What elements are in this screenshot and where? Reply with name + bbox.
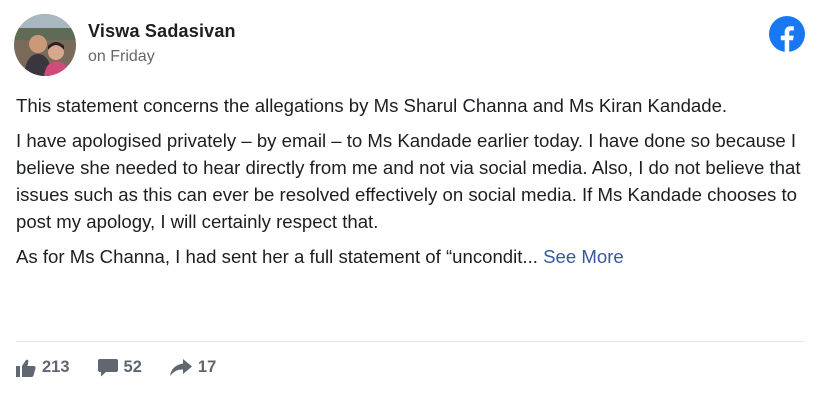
comment-count: 52	[123, 358, 142, 376]
post-body: This statement concerns the allegations …	[16, 92, 806, 278]
post-header: Viswa Sadasivan on Friday	[14, 14, 236, 76]
like-button[interactable]: 213	[16, 358, 70, 377]
facebook-post-embed: Viswa Sadasivan on Friday This statement…	[0, 0, 817, 400]
author-name[interactable]: Viswa Sadasivan	[88, 20, 236, 42]
comment-bubble-icon	[97, 358, 118, 376]
avatar[interactable]	[14, 14, 76, 76]
like-count: 213	[42, 358, 70, 376]
share-button[interactable]: 17	[169, 358, 217, 377]
thumbs-up-icon	[16, 359, 36, 377]
comment-button[interactable]: 52	[97, 358, 142, 377]
post-paragraph-text: As for Ms Channa, I had sent her a full …	[16, 246, 538, 267]
post-paragraph: I have apologised privately – by email –…	[16, 130, 801, 232]
divider	[16, 341, 805, 342]
reaction-bar: 213 52 17	[16, 358, 244, 377]
share-arrow-icon	[169, 358, 192, 376]
post-paragraph: This statement concerns the allegations …	[16, 95, 728, 116]
post-timestamp[interactable]: on Friday	[88, 47, 236, 67]
share-count: 17	[197, 358, 217, 376]
facebook-logo-icon[interactable]	[769, 16, 805, 52]
post-paragraph-truncated: As for Ms Channa, I had sent her a full …	[16, 243, 806, 270]
see-more-link[interactable]: See More	[543, 246, 624, 267]
author-block: Viswa Sadasivan on Friday	[88, 20, 236, 67]
